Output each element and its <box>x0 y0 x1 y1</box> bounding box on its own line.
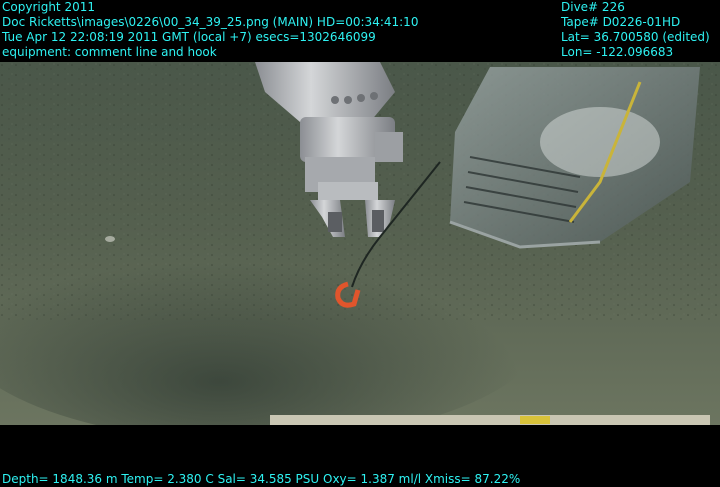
overlay-top-right: Dive# 226 Tape# D0226-01HD Lat= 36.70058… <box>561 0 710 60</box>
tape-number: Tape# D0226-01HD <box>561 15 681 29</box>
camera-frame <box>0 62 720 425</box>
latitude: Lat= 36.700580 (edited) <box>561 30 710 44</box>
image-path-line: Doc Ricketts\images\0226\00_34_39_25.png… <box>2 15 419 29</box>
vehicle-bar <box>270 415 710 425</box>
equipment-line: equipment: comment line and hook <box>2 45 217 59</box>
dive-number: Dive# 226 <box>561 0 625 14</box>
sensor-readout: Depth= 1848.36 m Temp= 2.380 C Sal= 34.5… <box>2 472 521 486</box>
timestamp-line: Tue Apr 12 22:08:19 2011 GMT (local +7) … <box>2 30 376 44</box>
seafloor-scene <box>0 62 720 425</box>
overlay-top-left: Copyright 2011 Doc Ricketts\images\0226\… <box>2 0 418 60</box>
copyright-line: Copyright 2011 <box>2 0 95 14</box>
longitude: Lon= -122.096683 <box>561 45 674 59</box>
